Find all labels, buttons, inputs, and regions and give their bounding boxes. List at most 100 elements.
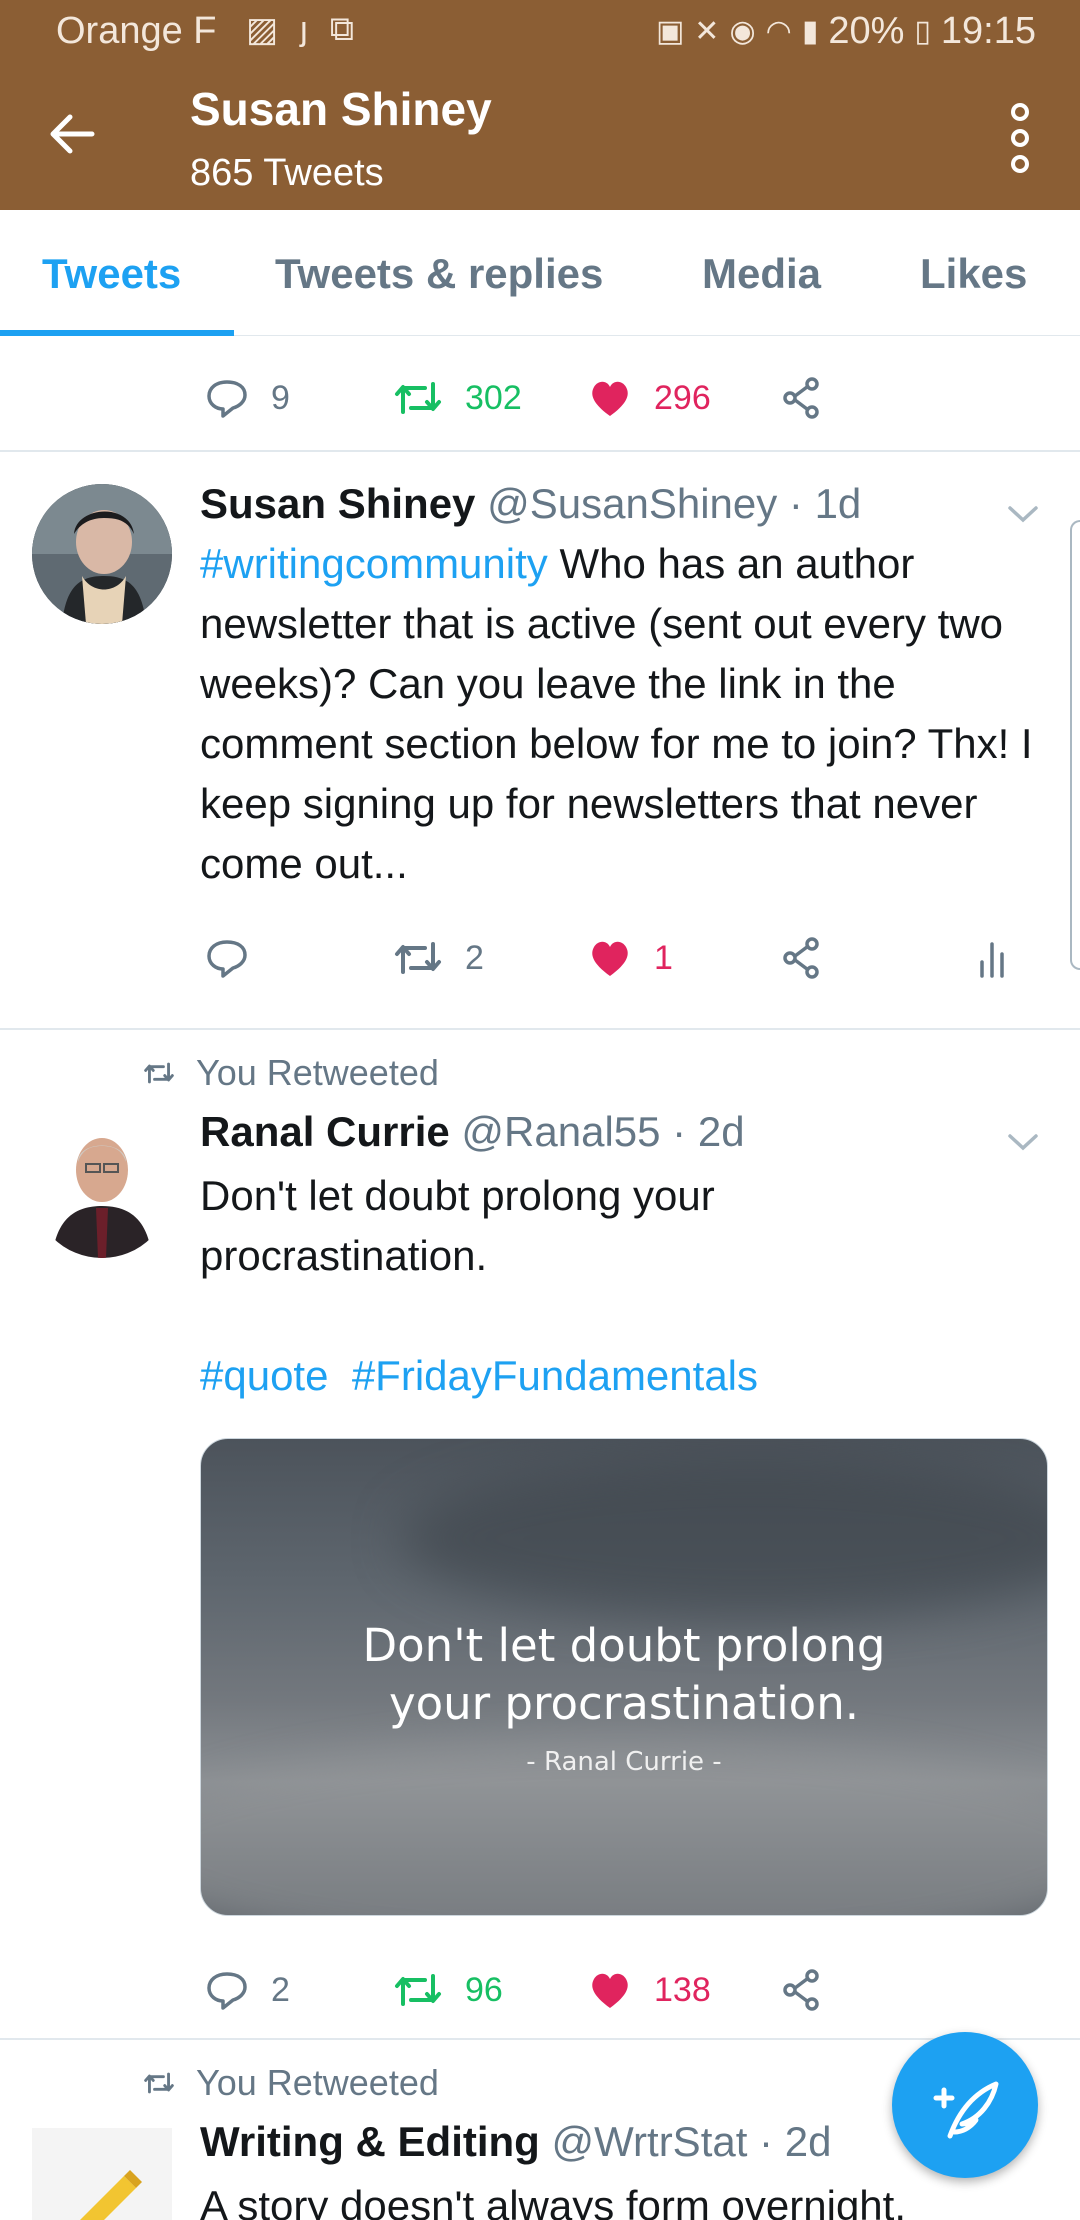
author-name[interactable]: Writing & Editing — [200, 2118, 540, 2165]
tweet-count: 865 Tweets — [190, 152, 384, 194]
app-notification-icon: ȷ — [300, 10, 308, 48]
image-quote-attribution: - Ranal Currie - — [526, 1747, 722, 1777]
reply-icon — [207, 1972, 247, 2010]
signal-icon: ▮ — [801, 15, 819, 48]
carrier-label: Orange F — [56, 10, 217, 52]
retweet-button[interactable]: 2 — [393, 936, 484, 980]
tweet-actions: 2 1 — [0, 918, 1080, 998]
alarm-icon: ◉ — [729, 15, 756, 48]
tweet-header: Ranal Currie @Ranal55 · 2d — [200, 1108, 745, 1156]
scrollbar[interactable] — [1070, 520, 1080, 970]
like-count: 138 — [654, 1970, 711, 2009]
like-button[interactable]: 296 — [588, 376, 711, 420]
tweet-item[interactable]: Susan Shiney @SusanShiney · 1d #writingc… — [0, 452, 1080, 1028]
retweet-count: 302 — [465, 378, 522, 417]
retweet-icon — [395, 382, 441, 414]
image-quote-line: Don't let doubt prolong — [362, 1619, 886, 1672]
heart-filled-icon — [592, 941, 628, 976]
reply-icon — [207, 380, 247, 418]
battery-icon: ▯ — [914, 15, 931, 48]
avatar[interactable] — [32, 2128, 172, 2220]
retweet-indicator: You Retweeted — [142, 2062, 439, 2104]
retweet-count: 2 — [465, 938, 484, 977]
retweet-label: You Retweeted — [196, 1052, 439, 1093]
more-options-icon[interactable] — [1000, 98, 1040, 178]
reply-count: 9 — [271, 378, 290, 417]
profile-tabs: Tweets Tweets & replies Media Likes — [0, 210, 1080, 336]
share-button[interactable] — [780, 1968, 824, 2012]
tweet-header: Writing & Editing @WrtrStat · 2d — [200, 2118, 831, 2166]
reply-button[interactable]: 9 — [205, 376, 290, 420]
compose-feather-icon — [933, 2081, 999, 2139]
retweet-indicator: You Retweeted — [142, 1052, 439, 1094]
avatar[interactable] — [32, 484, 172, 624]
tab-tweets-replies[interactable]: Tweets & replies — [275, 250, 603, 298]
tweet-text: #writingcommunity Who has an author news… — [200, 534, 1060, 894]
profile-header: Susan Shiney 865 Tweets — [0, 62, 1080, 210]
reply-button[interactable] — [205, 936, 271, 980]
image-quote-line: your procrastination. — [388, 1677, 860, 1730]
status-bar: Orange F ▨ ȷ ⧉ ▣ ✕ ◉ ◠ ▮ 20% ▯ 19:15 — [0, 0, 1080, 62]
author-handle-time: @Ranal55 · 2d — [461, 1108, 745, 1155]
battery-percent: 20% — [828, 10, 905, 52]
lock-icon: ▣ — [655, 15, 685, 48]
hashtag-link[interactable]: #writingcommunity — [200, 540, 548, 587]
tweet-text: Don't let doubt prolong your procrastina… — [200, 1172, 715, 1279]
author-name[interactable]: Susan Shiney — [200, 480, 475, 527]
mute-icon: ✕ — [694, 15, 720, 48]
status-right: ▣ ✕ ◉ ◠ ▮ 20% ▯ 19:15 — [656, 10, 1036, 53]
tweet-item[interactable]: You Retweeted Ranal Currie @Ranal55 · 2d… — [0, 1030, 1080, 2038]
share-button[interactable] — [780, 376, 824, 420]
share-icon — [783, 1969, 819, 2011]
image-quote-text: Don't let doubt prolong your procrastina… — [201, 1617, 1047, 1733]
reply-button[interactable]: 2 — [205, 1968, 290, 2012]
author-name[interactable]: Ranal Currie — [200, 1108, 450, 1155]
tab-tweets[interactable]: Tweets — [42, 250, 181, 298]
reply-icon — [207, 940, 247, 978]
retweet-icon — [395, 1974, 441, 2006]
reply-count: 2 — [271, 1970, 290, 2009]
profile-name: Susan Shiney — [190, 83, 492, 135]
image-cloud — [401, 1459, 1047, 1619]
tweet-text-body: Who has an author newsletter that is act… — [200, 540, 1033, 887]
wifi-icon: ◠ — [765, 15, 792, 48]
author-handle-time: @SusanShiney · 1d — [487, 480, 862, 527]
tweet-hashtags: #quote #FridayFundamentals — [200, 1346, 1060, 1406]
share-button[interactable] — [780, 936, 824, 980]
avatar[interactable] — [32, 1118, 172, 1258]
image-notification-icon: ▨ — [246, 11, 279, 49]
analytics-button[interactable] — [978, 936, 1008, 980]
retweet-count: 96 — [465, 1970, 503, 2009]
chevron-down-icon[interactable] — [1006, 504, 1040, 524]
screenshot-notification-icon: ⧉ — [329, 10, 354, 48]
hashtag-link[interactable]: #quote — [200, 1352, 328, 1399]
avatar-image — [32, 484, 172, 624]
analytics-icon — [980, 942, 1004, 978]
tweet-actions: 9 302 296 — [0, 358, 1080, 438]
heart-filled-icon — [592, 1973, 628, 2008]
back-arrow-icon[interactable] — [42, 104, 102, 164]
tweet-header: Susan Shiney @SusanShiney · 1d — [200, 480, 861, 528]
active-tab-indicator — [0, 330, 234, 336]
notification-icons: ▨ ȷ ⧉ — [246, 10, 354, 50]
like-count: 1 — [654, 938, 673, 977]
tweet-actions: 2 96 138 — [0, 1950, 1080, 2030]
pencil-icon — [32, 2128, 172, 2220]
chevron-down-icon[interactable] — [1006, 1132, 1040, 1152]
like-button[interactable]: 1 — [588, 936, 673, 980]
tweet-image[interactable]: Don't let doubt prolong your procrastina… — [200, 1438, 1048, 1916]
retweet-label: You Retweeted — [196, 2062, 439, 2103]
retweet-icon — [395, 942, 441, 974]
retweet-button[interactable]: 302 — [393, 376, 522, 420]
tab-media[interactable]: Media — [702, 250, 821, 298]
retweet-button[interactable]: 96 — [393, 1968, 503, 2012]
like-button[interactable]: 138 — [588, 1968, 711, 2012]
share-icon — [783, 377, 819, 419]
heart-filled-icon — [592, 381, 628, 416]
compose-tweet-button[interactable] — [892, 2032, 1038, 2178]
tweet-text: A story doesn't always form overnight. — [200, 2182, 907, 2220]
hashtag-link[interactable]: #FridayFundamentals — [352, 1352, 758, 1399]
like-count: 296 — [654, 378, 711, 417]
share-icon — [783, 937, 819, 979]
tab-likes[interactable]: Likes — [920, 250, 1027, 298]
